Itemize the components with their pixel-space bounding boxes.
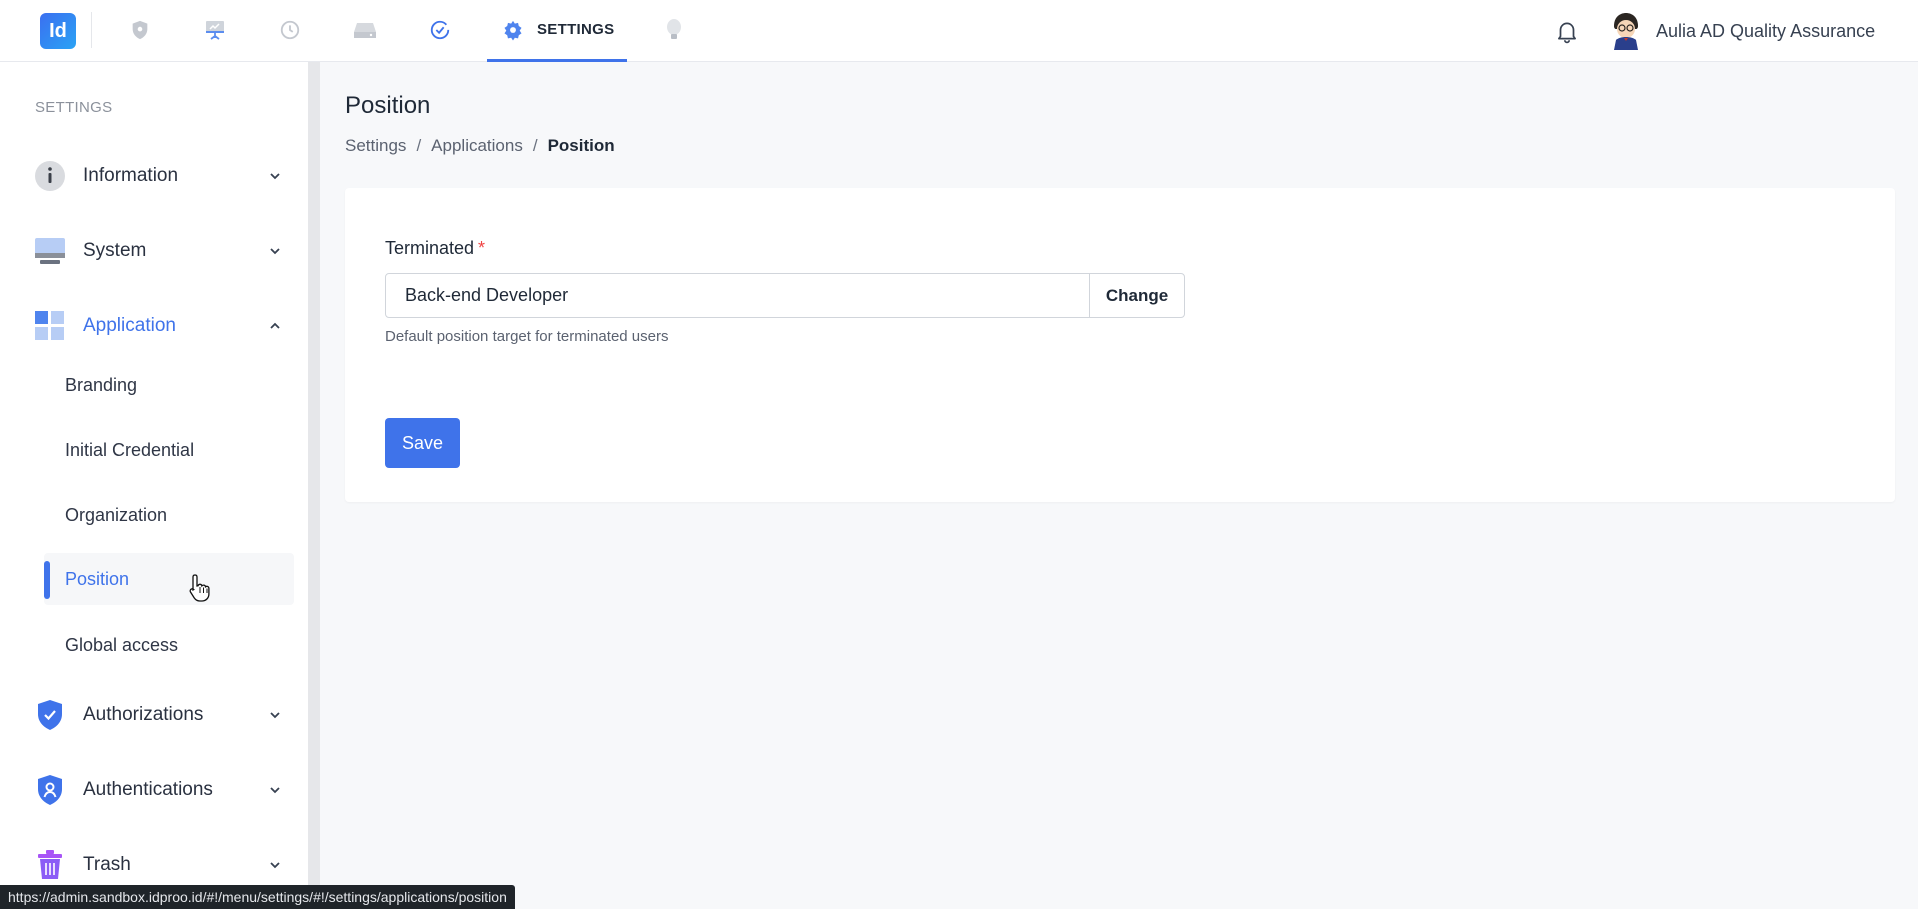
breadcrumb-separator: / bbox=[416, 136, 422, 155]
logo-divider bbox=[91, 12, 92, 48]
sidebar-group-label: Application bbox=[83, 315, 176, 336]
app-logo[interactable]: Id bbox=[40, 13, 76, 49]
sidebar-item-branding[interactable]: Branding bbox=[65, 375, 137, 396]
field-label-text: Terminated bbox=[385, 238, 475, 258]
sidebar-item-organization[interactable]: Organization bbox=[65, 505, 167, 526]
monitor-icon bbox=[33, 234, 67, 268]
user-name[interactable]: Aulia AD Quality Assurance bbox=[1656, 21, 1875, 42]
hand-cursor-icon bbox=[188, 573, 212, 603]
chevron-down-icon bbox=[267, 857, 283, 873]
active-indicator bbox=[44, 561, 50, 599]
server-icon[interactable] bbox=[351, 16, 379, 44]
notification-bell-icon[interactable] bbox=[1554, 18, 1580, 44]
page-title: Position bbox=[345, 92, 431, 119]
sidebar-scrollbar[interactable] bbox=[308, 62, 320, 909]
shield-user-icon bbox=[33, 773, 67, 807]
position-input-group: Change bbox=[385, 273, 1185, 318]
sidebar-group-label: Trash bbox=[83, 854, 131, 875]
info-icon bbox=[33, 159, 67, 193]
avatar[interactable] bbox=[1608, 12, 1644, 50]
trash-icon bbox=[33, 848, 67, 882]
terminated-position-field[interactable] bbox=[385, 273, 1090, 318]
save-button[interactable]: Save bbox=[385, 418, 460, 468]
chevron-up-icon bbox=[267, 318, 283, 334]
field-help-text: Default position target for terminated u… bbox=[385, 328, 669, 345]
history-icon[interactable] bbox=[276, 16, 304, 44]
check-circle-icon[interactable] bbox=[426, 16, 454, 44]
sidebar-item-global-access[interactable]: Global access bbox=[65, 635, 178, 656]
change-button[interactable]: Change bbox=[1089, 273, 1185, 318]
sidebar-group-system[interactable]: System bbox=[33, 231, 283, 271]
grid-icon bbox=[33, 309, 67, 343]
breadcrumb-current: Position bbox=[547, 136, 615, 155]
logo-text: Id bbox=[49, 19, 67, 42]
chevron-down-icon bbox=[267, 243, 283, 259]
gear-icon bbox=[501, 18, 525, 42]
sidebar-group-trash[interactable]: Trash bbox=[33, 845, 283, 885]
sidebar-group-label: Authentications bbox=[83, 779, 213, 800]
tab-settings-label: SETTINGS bbox=[537, 21, 615, 38]
sidebar-heading: SETTINGS bbox=[35, 99, 113, 116]
chevron-down-icon bbox=[267, 707, 283, 723]
sidebar-group-authorizations[interactable]: Authorizations bbox=[33, 695, 283, 735]
breadcrumb-separator: / bbox=[532, 136, 538, 155]
status-bar-url: https://admin.sandbox.idproo.id/#!/menu/… bbox=[0, 885, 515, 909]
sidebar-group-authentications[interactable]: Authentications bbox=[33, 770, 283, 810]
sidebar-group-label: System bbox=[83, 240, 147, 261]
bulb-icon[interactable] bbox=[660, 16, 688, 44]
sidebar-item-initial-credential[interactable]: Initial Credential bbox=[65, 440, 194, 461]
chevron-down-icon bbox=[267, 782, 283, 798]
sidebar-group-information[interactable]: Information bbox=[33, 156, 283, 196]
sidebar-item-position[interactable]: Position bbox=[44, 553, 294, 605]
tab-settings[interactable]: SETTINGS bbox=[487, 0, 627, 62]
breadcrumb-applications[interactable]: Applications bbox=[431, 136, 523, 156]
settings-card: Terminated* Change Default position targ… bbox=[345, 188, 1895, 502]
presentation-icon[interactable] bbox=[201, 16, 229, 44]
required-mark: * bbox=[478, 238, 486, 258]
breadcrumb-settings[interactable]: Settings bbox=[345, 136, 406, 156]
sidebar-group-application[interactable]: Application bbox=[33, 306, 283, 346]
field-label: Terminated * bbox=[385, 238, 485, 259]
top-navigation-bar: Id SETTINGS Aulia AD Quality Assurance bbox=[0, 0, 1918, 62]
chevron-down-icon bbox=[267, 168, 283, 184]
sidebar-group-label: Authorizations bbox=[83, 704, 204, 725]
breadcrumb: Settings / Applications / Position bbox=[345, 136, 615, 156]
sidebar-group-label: Information bbox=[83, 165, 179, 186]
shield-check-icon bbox=[33, 698, 67, 732]
shield-icon[interactable] bbox=[126, 16, 154, 44]
sidebar-item-label: Position bbox=[65, 569, 130, 589]
